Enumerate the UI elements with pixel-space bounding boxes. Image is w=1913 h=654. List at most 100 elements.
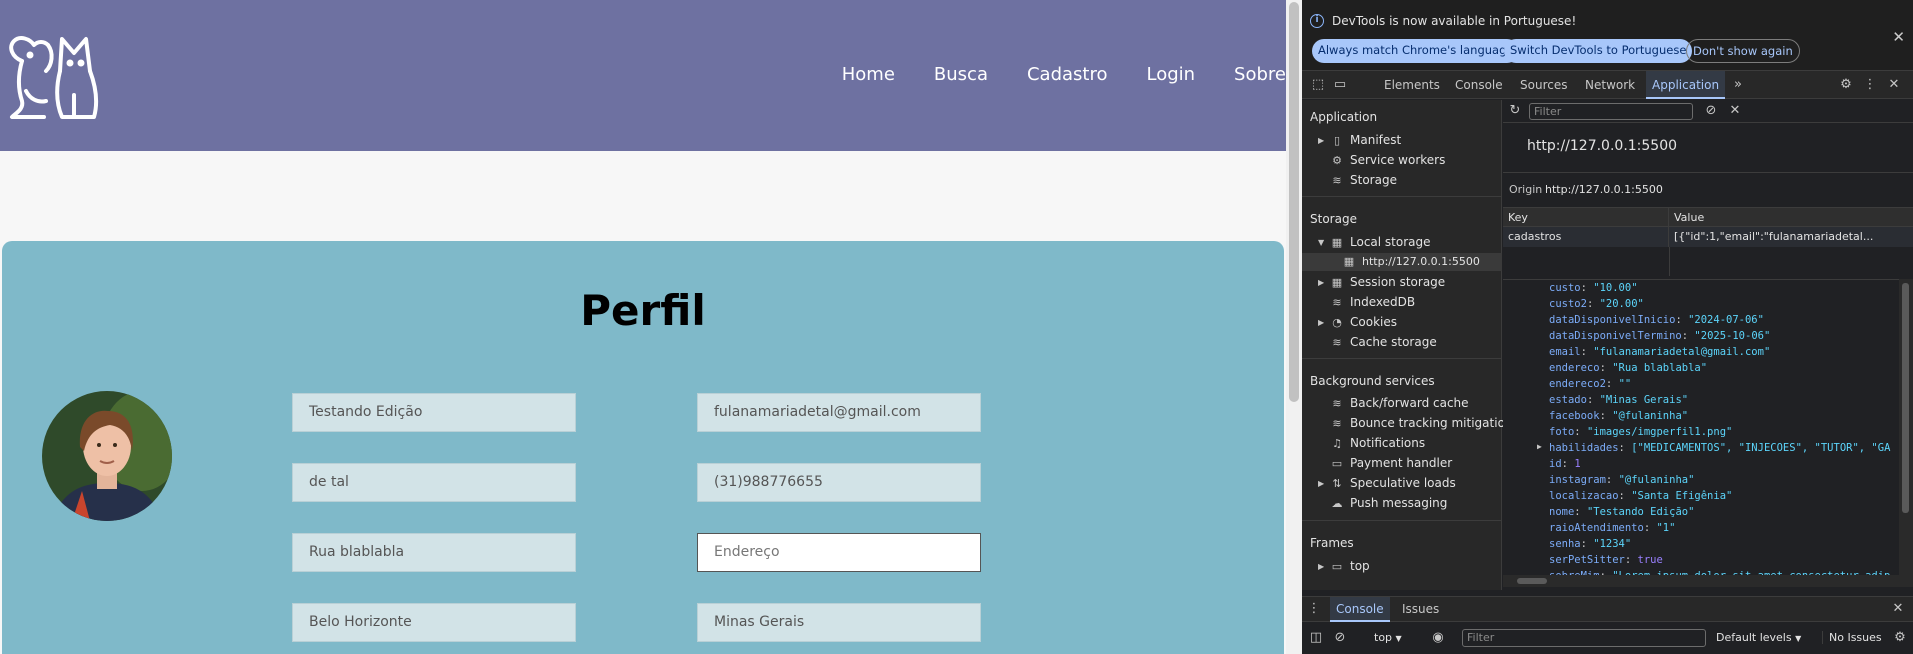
drawer-tab-issues[interactable]: Issues — [1402, 597, 1439, 622]
field-sobrenome[interactable]: de tal — [292, 463, 576, 502]
gear-icon: ⚙ — [1332, 154, 1342, 167]
sidebar-item-bfcache[interactable]: ≋ Back/forward cache — [1330, 396, 1468, 410]
settings-gear-icon[interactable]: ⚙ — [1838, 77, 1854, 93]
match-language-button[interactable]: Always match Chrome's language — [1312, 39, 1520, 63]
card-icon: ▭ — [1331, 457, 1343, 470]
preview-horizontal-scrollbar[interactable] — [1503, 575, 1913, 587]
field-estado[interactable]: Minas Gerais — [697, 603, 981, 642]
table-cell-value[interactable]: [{"id":1,"email":"fulanamariadetal... — [1669, 227, 1913, 247]
tab-sources[interactable]: Sources — [1520, 71, 1567, 99]
context-selector[interactable]: top ▼ — [1374, 631, 1402, 644]
json-key: raioAtendimento — [1549, 522, 1644, 534]
collapse-arrow-icon[interactable]: ▼ — [1318, 238, 1324, 247]
inspect-icon[interactable]: ⬚ — [1310, 77, 1326, 93]
device-toolbar-icon[interactable]: ▭ — [1332, 77, 1348, 93]
sidebar-item-speculative-loads[interactable]: ⇅ Speculative loads — [1330, 476, 1455, 490]
sidebar-item-push-messaging[interactable]: ☁ Push messaging — [1330, 496, 1448, 510]
more-options-icon[interactable]: ⋮ — [1862, 77, 1878, 93]
sidebar-item-payment-handler[interactable]: ▭ Payment handler — [1330, 456, 1452, 470]
sidebar-item-label: Session storage — [1350, 275, 1446, 289]
console-settings-gear-icon[interactable]: ⚙ — [1892, 630, 1908, 646]
tab-application[interactable]: Application — [1646, 71, 1726, 99]
expand-arrow-icon[interactable]: ▶ — [1537, 442, 1542, 451]
json-property-line: estado: "Minas Gerais" — [1549, 394, 1689, 406]
close-drawer-icon[interactable]: ✕ — [1890, 601, 1906, 617]
sidebar-item-frame-top[interactable]: ▭ top — [1330, 559, 1370, 573]
cloud-icon: ☁ — [1331, 497, 1343, 510]
issues-counter[interactable]: No Issues — [1822, 631, 1882, 644]
field-endereco[interactable]: Rua blablabla — [292, 533, 576, 572]
json-key: facebook — [1549, 410, 1600, 422]
origin-value: http://127.0.0.1:5500 — [1545, 183, 1663, 196]
expand-arrow-icon[interactable]: ▶ — [1318, 479, 1324, 488]
tab-console[interactable]: Console — [1455, 71, 1503, 99]
sidebar-toggle-icon[interactable]: ◫ — [1308, 630, 1324, 646]
close-icon[interactable]: ✕ — [1892, 28, 1905, 46]
expand-arrow-icon[interactable]: ▶ — [1318, 562, 1324, 571]
tab-elements[interactable]: Elements — [1384, 71, 1440, 99]
origin-heading: http://127.0.0.1:5500 — [1527, 138, 1678, 154]
sidebar-item-storage[interactable]: ≋ Storage — [1330, 173, 1397, 187]
infobar-message: DevTools is now available in Portuguese! — [1332, 14, 1577, 28]
sidebar-item-label: Local storage — [1350, 235, 1431, 249]
drawer-tab-console[interactable]: Console — [1330, 597, 1390, 622]
clear-all-icon[interactable]: ⊘ — [1703, 103, 1719, 119]
preview-vertical-scrollbar[interactable] — [1899, 279, 1913, 575]
expand-arrow-icon[interactable]: ▶ — [1318, 278, 1324, 287]
clear-console-icon[interactable]: ⊘ — [1332, 630, 1348, 646]
eye-icon[interactable]: ◉ — [1430, 630, 1446, 646]
nav-home[interactable]: Home — [842, 64, 895, 85]
sidebar-item-local-origin[interactable]: ▦ http://127.0.0.1:5500 — [1342, 255, 1480, 268]
profile-avatar[interactable] — [42, 391, 172, 521]
console-filter-input[interactable]: Filter — [1462, 629, 1706, 647]
table-cell-key[interactable]: cadastros — [1503, 227, 1669, 247]
drawer-menu-icon[interactable]: ⋮ — [1306, 601, 1322, 617]
database-icon: ≋ — [1332, 417, 1342, 430]
dont-show-again-button[interactable]: Don't show again — [1686, 39, 1800, 63]
sidebar-item-cookies[interactable]: ◔ Cookies — [1330, 315, 1397, 329]
storage-filter-input[interactable]: Filter — [1529, 103, 1693, 120]
drawer-tabbar: ⋮ Console Issues ✕ — [1302, 596, 1913, 622]
nav-cadastro[interactable]: Cadastro — [1027, 64, 1108, 85]
delete-selected-icon[interactable]: ✕ — [1727, 103, 1743, 119]
database-icon: ≋ — [1332, 397, 1342, 410]
sidebar-item-cache-storage[interactable]: ≋ Cache storage — [1330, 335, 1436, 349]
sidebar-item-indexeddb[interactable]: ≋ IndexedDB — [1330, 295, 1415, 309]
switch-language-button[interactable]: Switch DevTools to Portuguese — [1504, 39, 1693, 63]
close-devtools-icon[interactable]: ✕ — [1886, 77, 1902, 93]
field-nome[interactable]: Testando Edição — [292, 393, 576, 432]
json-property-line: foto: "images/imgperfil1.png" — [1549, 426, 1733, 438]
field-email[interactable]: fulanamariadetal@gmail.com — [697, 393, 981, 432]
field-cidade[interactable]: Belo Horizonte — [292, 603, 576, 642]
sidebar-item-label: Cookies — [1350, 315, 1397, 329]
json-value: "fulanamariadetal@gmail.com" — [1593, 346, 1771, 358]
value-preview: custo: "10.00" custo2: "20.00" dataDisponi… — [1503, 279, 1899, 575]
json-key: dataDisponivelTermino — [1549, 330, 1682, 342]
field-endereco2[interactable]: Endereço — [697, 533, 981, 572]
expand-arrow-icon[interactable]: ▶ — [1318, 136, 1324, 145]
page-scrollbar[interactable] — [1286, 0, 1302, 654]
nav-busca[interactable]: Busca — [934, 64, 988, 85]
sidebar-item-bounce-tracking[interactable]: ≋ Bounce tracking mitigations — [1330, 416, 1518, 430]
column-header-key[interactable]: Key — [1503, 208, 1669, 227]
column-header-value[interactable]: Value — [1669, 208, 1913, 227]
sidebar-item-local-storage[interactable]: ▦ Local storage — [1330, 235, 1431, 249]
field-telefone[interactable]: (31)988776655 — [697, 463, 981, 502]
sidebar-item-notifications[interactable]: ♫ Notifications — [1330, 436, 1425, 450]
sidebar-item-manifest[interactable]: ▯ Manifest — [1330, 133, 1401, 147]
sidebar-item-label: Storage — [1350, 173, 1397, 187]
section-application: Application — [1310, 110, 1378, 124]
json-value: "Rua blablabla" — [1612, 362, 1708, 374]
tab-network[interactable]: Network — [1585, 71, 1635, 99]
pet-logo-icon[interactable] — [4, 31, 100, 121]
sidebar-item-service-workers[interactable]: ⚙ Service workers — [1330, 153, 1445, 167]
json-value: "Santa Efigênia" — [1631, 490, 1733, 502]
main-nav: Home Busca Cadastro Login Sobre — [803, 64, 1286, 85]
nav-login[interactable]: Login — [1146, 64, 1195, 85]
log-levels-dropdown[interactable]: Default levels ▼ — [1716, 631, 1801, 644]
more-tabs-icon[interactable]: » — [1730, 77, 1746, 93]
sidebar-item-session-storage[interactable]: ▦ Session storage — [1330, 275, 1445, 289]
refresh-icon[interactable]: ↻ — [1507, 103, 1523, 119]
nav-sobre[interactable]: Sobre — [1234, 64, 1286, 85]
expand-arrow-icon[interactable]: ▶ — [1318, 318, 1324, 327]
